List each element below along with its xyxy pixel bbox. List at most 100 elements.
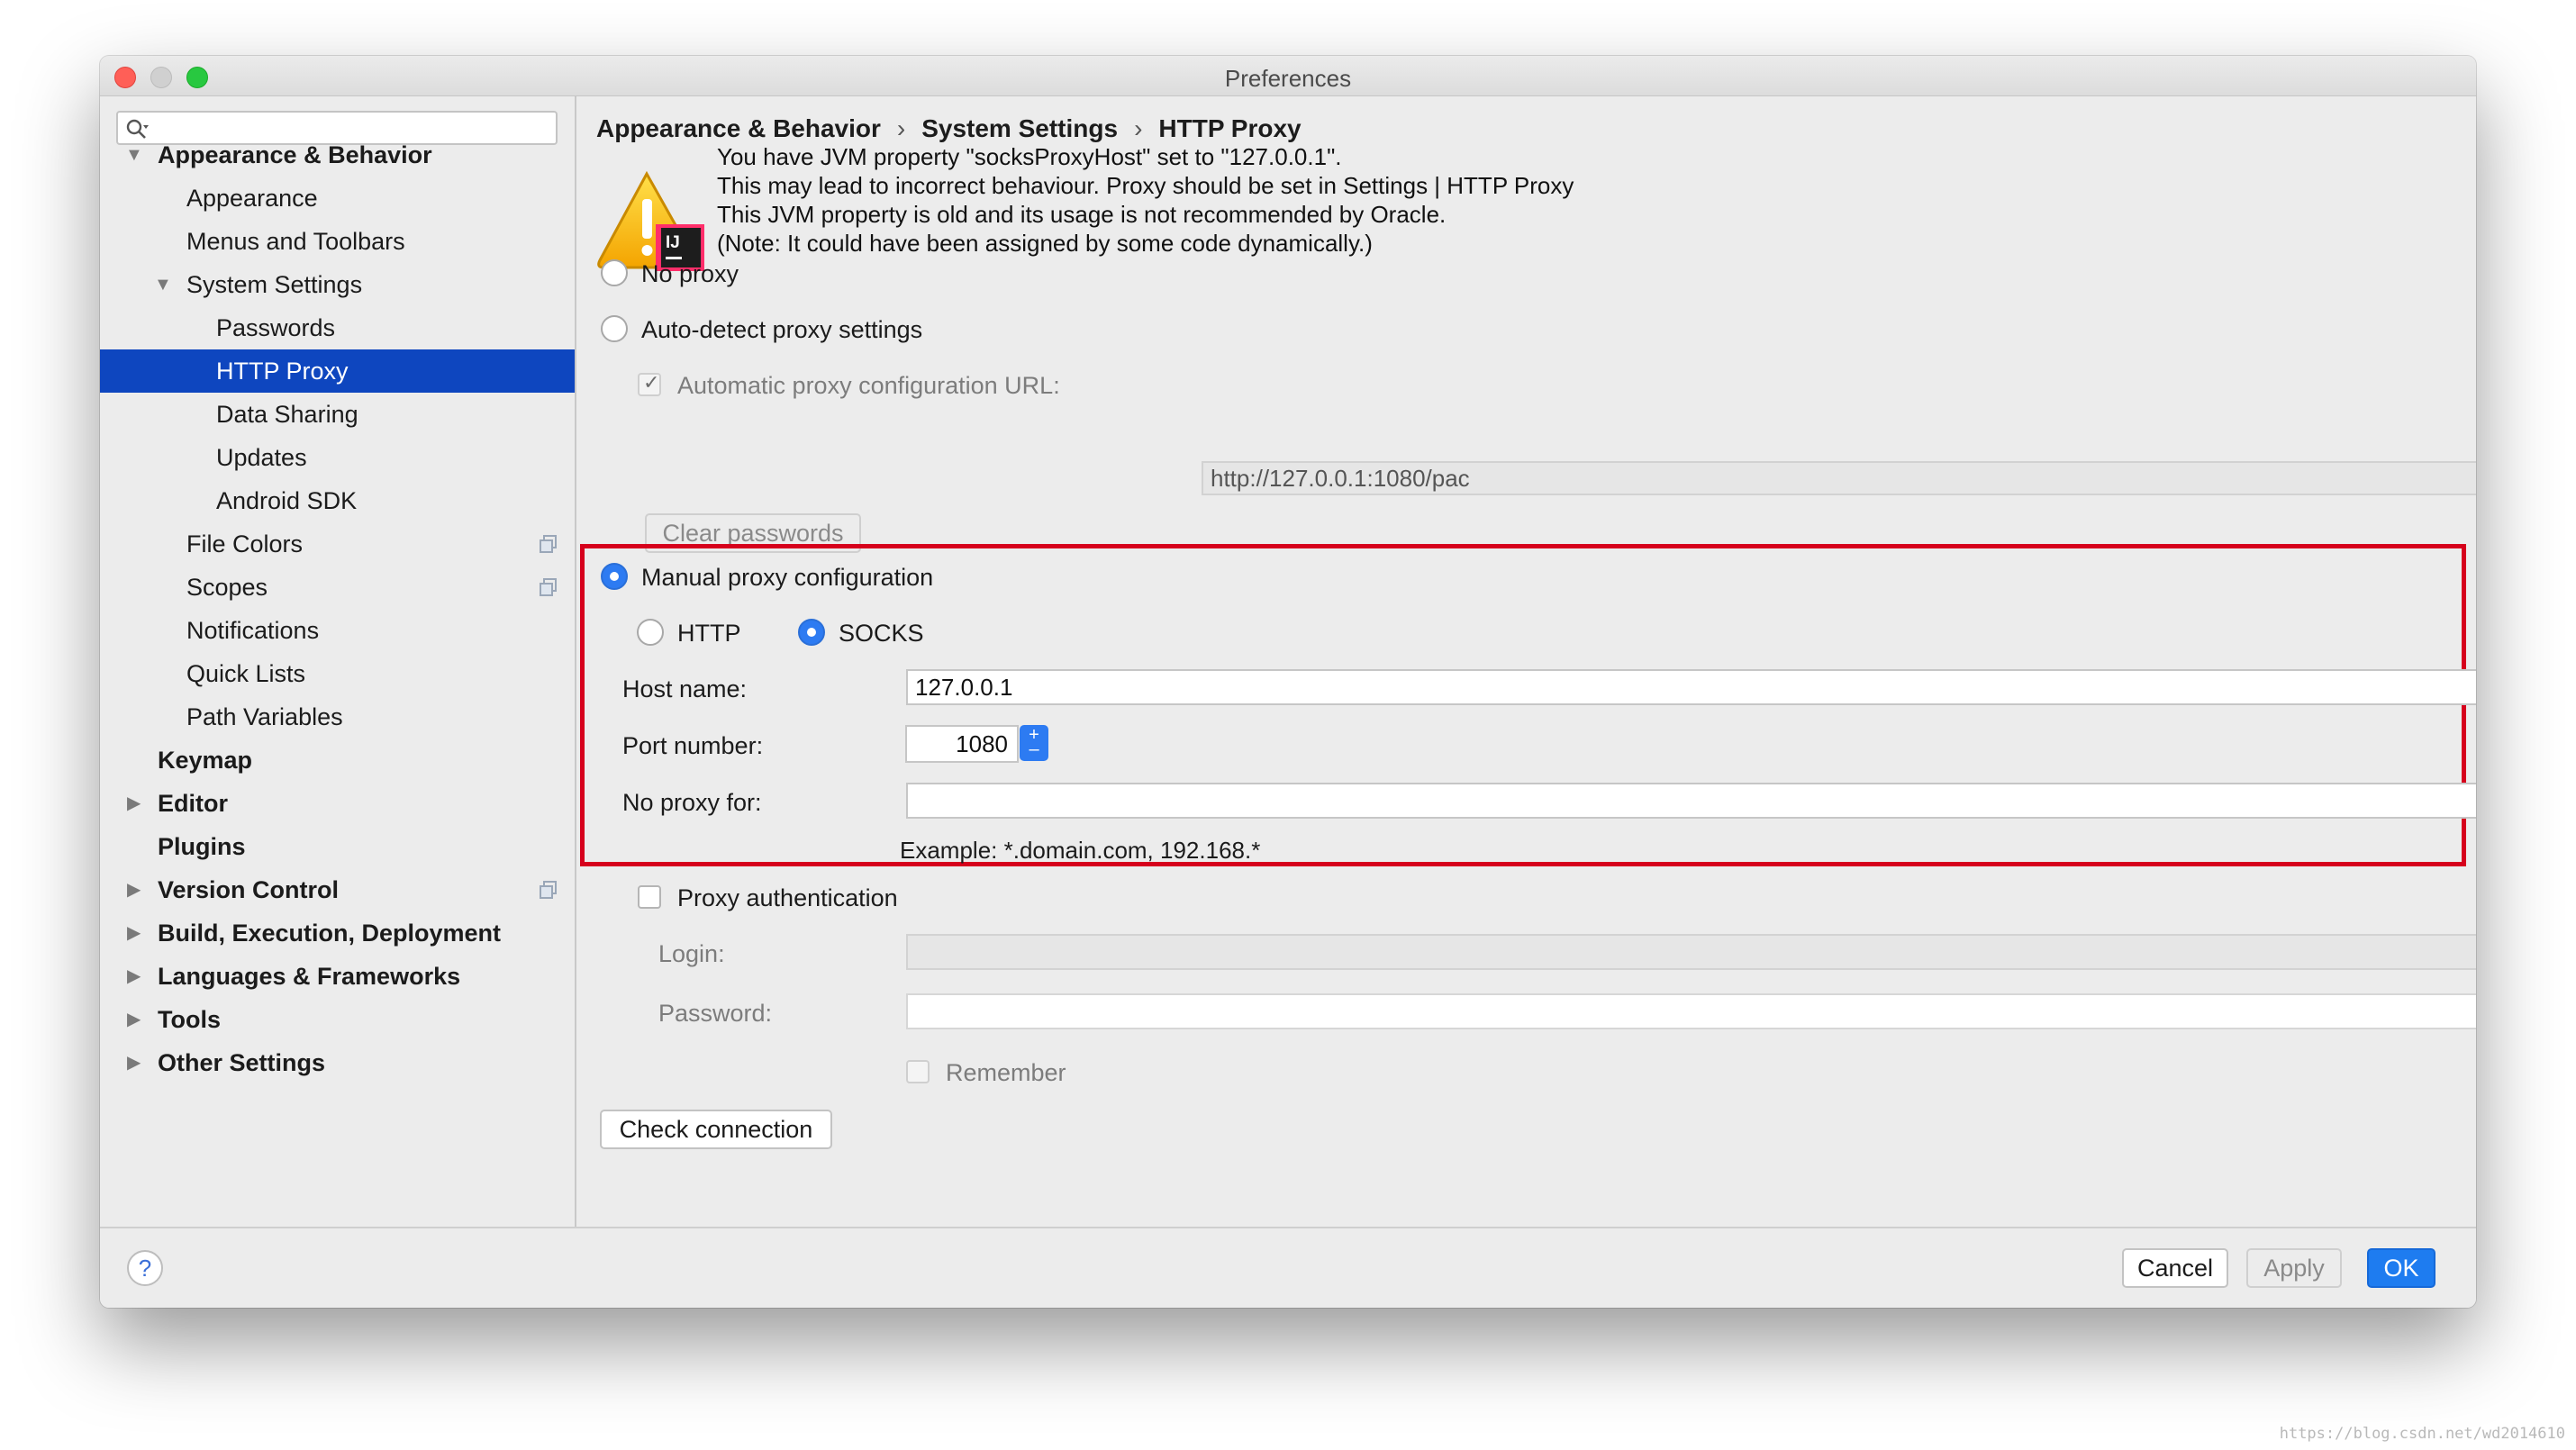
breadcrumb-item[interactable]: System Settings xyxy=(921,114,1118,142)
port-stepper[interactable]: + – xyxy=(1020,725,1048,761)
sidebar-item-languages-frameworks[interactable]: ▶ Languages & Frameworks xyxy=(100,955,575,998)
sidebar-item-label: Menus and Toolbars xyxy=(186,228,405,255)
sidebar-item-passwords[interactable]: Passwords xyxy=(100,306,575,349)
manual-proxy-label[interactable]: Manual proxy configuration xyxy=(641,564,933,592)
socks-radio[interactable] xyxy=(798,619,825,646)
no-proxy-label[interactable]: No proxy xyxy=(641,260,739,288)
copy-icon xyxy=(540,578,557,596)
http-radio[interactable] xyxy=(637,619,664,646)
sidebar-item-label: Path Variables xyxy=(186,703,343,730)
sidebar-item-label: Data Sharing xyxy=(216,401,358,428)
example-hint: Example: *.domain.com, 192.168.* xyxy=(900,837,1261,864)
chevron-down-icon: ▼ xyxy=(154,275,172,295)
host-name-input[interactable]: 127.0.0.1 xyxy=(906,669,2476,705)
host-name-label: Host name: xyxy=(622,675,748,702)
checkmark-icon: ✓ xyxy=(643,371,660,394)
manual-proxy-radio[interactable] xyxy=(601,563,628,590)
help-button[interactable]: ? xyxy=(127,1250,163,1286)
sidebar-item-file-colors[interactable]: File Colors xyxy=(100,522,575,566)
breadcrumb-item[interactable]: Appearance & Behavior xyxy=(596,114,881,142)
warning-text-line: (Note: It could have been assigned by so… xyxy=(717,230,1373,257)
dialog-footer: ? Cancel Apply OK xyxy=(100,1227,2476,1308)
sidebar-item-system-settings[interactable]: ▼ System Settings xyxy=(100,263,575,306)
sidebar-item-android-sdk[interactable]: Android SDK xyxy=(100,479,575,522)
sidebar-item-label: Tools xyxy=(158,1006,221,1033)
port-number-label: Port number: xyxy=(622,732,764,759)
http-proxy-panel: Appearance & Behavior › System Settings › HT… xyxy=(576,96,2476,1227)
no-proxy-radio[interactable] xyxy=(601,259,628,286)
login-input[interactable] xyxy=(906,934,2476,970)
ok-button[interactable]: OK xyxy=(2367,1248,2435,1288)
preferences-window: Preferences ▼ Appearance & Behavior Appe… xyxy=(100,56,2476,1308)
proxy-authentication-label[interactable]: Proxy authentication xyxy=(677,884,898,912)
sidebar-item-tools[interactable]: ▶ Tools xyxy=(100,998,575,1041)
minus-icon: – xyxy=(1029,739,1039,759)
sidebar-item-label: Plugins xyxy=(158,833,246,860)
sidebar-item-scopes[interactable]: Scopes xyxy=(100,566,575,609)
sidebar-item-label: HTTP Proxy xyxy=(216,358,349,385)
sidebar-item-label: System Settings xyxy=(186,271,363,298)
warning-text-line: You have JVM property "socksProxyHost" s… xyxy=(717,143,1342,170)
cancel-button[interactable]: Cancel xyxy=(2122,1248,2228,1288)
sidebar-item-label: Updates xyxy=(216,444,307,471)
sidebar-item-build-execution-deployment[interactable]: ▶ Build, Execution, Deployment xyxy=(100,911,575,955)
sidebar-item-keymap[interactable]: Keymap xyxy=(100,739,575,782)
sidebar-item-data-sharing[interactable]: Data Sharing xyxy=(100,393,575,436)
sidebar-item-menus-toolbars[interactable]: Menus and Toolbars xyxy=(100,220,575,263)
sidebar-item-label: Version Control xyxy=(158,876,340,903)
warning-text-line: This JVM property is old and its usage i… xyxy=(717,201,1447,228)
no-proxy-for-input[interactable] xyxy=(906,783,2476,819)
password-label: Password: xyxy=(658,1000,773,1027)
chevron-right-icon: ▶ xyxy=(127,880,141,900)
auto-detect-label[interactable]: Auto-detect proxy settings xyxy=(641,316,922,344)
chevron-right-icon: ▶ xyxy=(127,1053,141,1073)
sidebar-item-other-settings[interactable]: ▶ Other Settings xyxy=(100,1041,575,1084)
sidebar-item-label: Passwords xyxy=(216,314,336,341)
copy-icon xyxy=(540,881,557,899)
http-label[interactable]: HTTP xyxy=(677,620,741,648)
proxy-authentication-checkbox[interactable] xyxy=(638,885,661,909)
chevron-down-icon: ▼ xyxy=(125,145,143,165)
sidebar-item-editor[interactable]: ▶ Editor xyxy=(100,782,575,825)
sidebar-item-label: Appearance & Behavior xyxy=(158,141,432,168)
auto-config-url-label: Automatic proxy configuration URL: xyxy=(677,372,1060,399)
chevron-right-icon: ▶ xyxy=(127,923,141,943)
password-input[interactable] xyxy=(906,993,2476,1029)
remember-label[interactable]: Remember xyxy=(946,1059,1066,1087)
check-connection-button[interactable]: Check connection xyxy=(600,1110,832,1149)
sidebar-item-label: Quick Lists xyxy=(186,660,306,687)
login-label: Login: xyxy=(658,940,725,967)
sidebar-item-label: Keymap xyxy=(158,747,253,774)
sidebar-item-plugins[interactable]: Plugins xyxy=(100,825,575,868)
sidebar-item-version-control[interactable]: ▶ Version Control xyxy=(100,868,575,911)
sidebar-item-label: Other Settings xyxy=(158,1049,326,1076)
warning-text-line: This may lead to incorrect behaviour. Pr… xyxy=(717,172,1574,199)
auto-config-url-checkbox[interactable]: ✓ xyxy=(638,371,661,396)
auto-config-url-field[interactable]: http://127.0.0.1:1080/pac xyxy=(1202,461,2476,495)
window-title: Preferences xyxy=(1224,65,1352,92)
sidebar-item-appearance-behavior[interactable]: ▼ Appearance & Behavior xyxy=(100,133,575,177)
sidebar-item-label: Notifications xyxy=(186,617,320,644)
sidebar-item-notifications[interactable]: Notifications xyxy=(100,609,575,652)
sidebar-item-label: Languages & Frameworks xyxy=(158,963,461,990)
chevron-right-icon: ▶ xyxy=(127,793,141,813)
auto-detect-radio[interactable] xyxy=(601,315,628,342)
socks-label[interactable]: SOCKS xyxy=(839,620,924,648)
sidebar-item-label: Build, Execution, Deployment xyxy=(158,920,502,947)
sidebar-item-path-variables[interactable]: Path Variables xyxy=(100,695,575,739)
apply-button[interactable]: Apply xyxy=(2246,1248,2342,1288)
sidebar-item-appearance[interactable]: Appearance xyxy=(100,177,575,220)
no-proxy-for-label: No proxy for: xyxy=(622,789,762,816)
settings-sidebar: ▼ Appearance & Behavior Appearance Menus… xyxy=(100,96,576,1227)
copy-icon xyxy=(540,535,557,553)
sidebar-item-label: Appearance xyxy=(186,185,318,212)
sidebar-item-label: Editor xyxy=(158,790,228,817)
remember-checkbox[interactable] xyxy=(906,1060,930,1083)
sidebar-item-updates[interactable]: Updates xyxy=(100,436,575,479)
sidebar-item-quick-lists[interactable]: Quick Lists xyxy=(100,652,575,695)
breadcrumb-item: HTTP Proxy xyxy=(1158,114,1302,142)
port-number-input[interactable]: 1080 xyxy=(905,725,1019,763)
sidebar-item-http-proxy[interactable]: HTTP Proxy xyxy=(100,349,575,393)
sidebar-item-label: File Colors xyxy=(186,530,304,557)
sidebar-item-label: Android SDK xyxy=(216,487,358,514)
